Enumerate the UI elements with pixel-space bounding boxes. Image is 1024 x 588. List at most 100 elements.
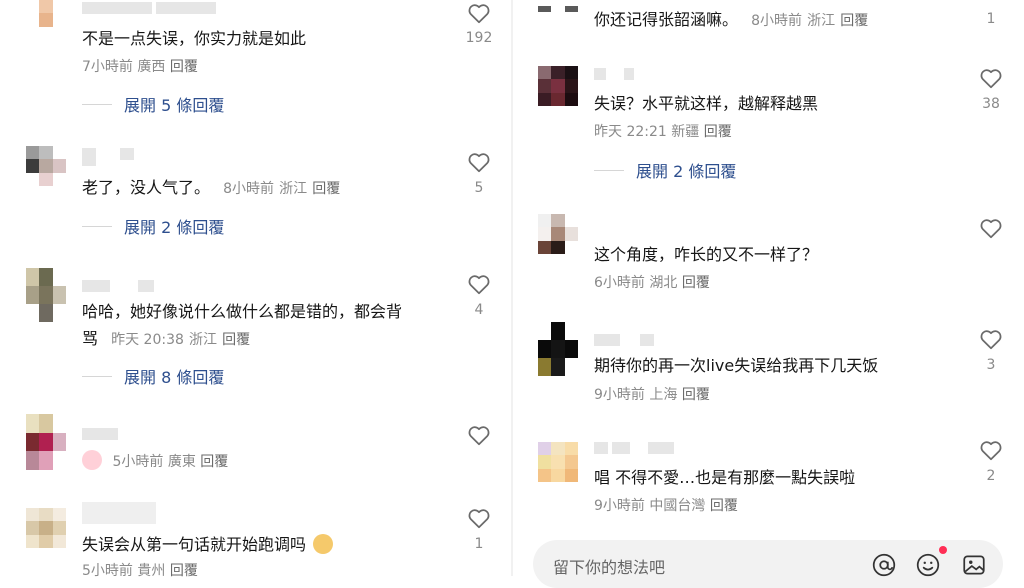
reply-link[interactable]: 回覆 [170,59,198,75]
username-blurred[interactable] [82,148,134,166]
reply-link[interactable]: 回覆 [840,13,868,29]
comment-region: 浙江 [807,13,836,29]
reply-link[interactable]: 回覆 [704,124,732,140]
crying-face-icon [82,450,102,470]
comment-time: 7小時前 [82,59,133,75]
heart-icon[interactable] [466,271,492,297]
comment-meta: 6小時前 湖北 回覆 [594,274,710,292]
avatar[interactable] [538,322,578,376]
like-count: 5 [474,180,484,196]
comment-text-content: 老了，没人气了。 [82,178,211,197]
heart-icon[interactable] [978,326,1004,352]
comment-text: 失误？水平就这样，越解释越黑 [594,94,819,113]
like-count: 38 [982,96,1000,112]
comment-input-bar[interactable]: 留下你的想法吧 [533,540,1003,588]
reply-link[interactable]: 回覆 [710,498,738,514]
expand-replies-label: 展開 2 條回覆 [124,218,225,237]
reply-link[interactable]: 回覆 [682,387,710,403]
comment-time: 5小時前 [82,563,133,579]
comment-text: 老了，没人气了。 8小時前 浙江 回覆 [82,174,340,203]
laughing-face-icon [313,534,334,554]
username-blurred[interactable] [82,280,154,292]
like-count: 192 [465,30,493,46]
comment-text-content: 你还记得张韶涵嘛。 [594,10,739,29]
comment-time: 6小時前 [594,275,645,291]
divider-line [82,103,112,105]
like-count: 2 [986,468,996,484]
expand-replies-link[interactable]: 展開 2 條回覆 [594,158,736,182]
heart-icon[interactable] [466,422,492,448]
comment-text-content: 骂 [82,329,99,348]
divider-line [82,375,112,377]
like-count: 3 [986,357,996,373]
avatar[interactable] [538,66,578,106]
avatar[interactable] [26,146,66,186]
comment-text: 你还记得张韶涵嘛。 8小時前 浙江 回覆 [594,6,868,35]
avatar[interactable] [538,442,578,482]
comment-time: 9小時前 [594,498,645,514]
username-blurred[interactable] [594,68,634,80]
heart-icon[interactable] [466,505,492,531]
expand-replies-link[interactable]: 展開 8 條回覆 [82,364,224,388]
reply-link[interactable]: 回覆 [200,454,228,470]
avatar[interactable] [26,268,66,322]
expand-replies-label: 展開 8 條回覆 [124,368,225,387]
comments-column-right: 你还记得张韶涵嘛。 8小時前 浙江 回覆 1 失误？水平就这样，越解释越黑 昨天… [512,0,1024,576]
comment-input-placeholder: 留下你的想法吧 [553,558,666,577]
comment-time: 5小時前 [112,454,164,470]
username-blurred[interactable] [594,334,654,346]
comment-meta: 7小時前 廣西 回覆 [82,58,198,76]
heart-icon[interactable] [978,215,1004,241]
comment-text: 这个角度，咋长的又不一样了？ [594,245,819,264]
notification-dot [939,546,947,554]
comment-meta: 9小時前 上海 回覆 [594,386,710,404]
heart-icon[interactable] [466,149,492,175]
username-blurred[interactable] [82,428,118,440]
comment-time: 昨天 20:38 [111,332,184,348]
comment-region: 浙江 [189,332,217,348]
comment-meta: 昨天 22:21 新疆 回覆 [594,123,732,141]
comment-time: 昨天 22:21 [594,124,667,140]
mention-icon[interactable] [871,552,897,578]
comments-column-left: 不是一点失误，你实力就是如此 7小時前 廣西 回覆 展開 5 條回覆 192 老… [0,0,512,579]
username-blurred[interactable] [82,2,216,14]
comment-text: 不是一点失误，你实力就是如此 [82,29,307,48]
comment-text: 失误会从第一句话就开始跑调吗 [82,531,339,558]
comment-region: 湖北 [649,275,678,291]
emoji-icon[interactable] [915,552,941,578]
avatar[interactable] [26,0,66,40]
comment-region: 上海 [649,387,678,403]
comment-region: 新疆 [671,124,700,140]
reply-link[interactable]: 回覆 [312,181,340,197]
like-count: 4 [474,302,484,318]
username-blurred[interactable] [82,502,156,524]
reply-link[interactable]: 回覆 [222,332,250,348]
expand-replies-link[interactable]: 展開 2 條回覆 [82,214,224,238]
avatar[interactable] [26,508,66,548]
comment-region: 貴州 [137,563,166,579]
comment-region: 中國台灣 [649,498,706,514]
like-count: 1 [986,11,996,27]
reply-link[interactable]: 回覆 [682,275,710,291]
heart-icon[interactable] [466,0,492,26]
avatar[interactable] [538,0,578,18]
avatar[interactable] [26,414,66,470]
expand-replies-link[interactable]: 展開 5 條回覆 [82,92,224,116]
divider-line [82,225,112,227]
avatar[interactable] [538,214,578,254]
comment-region: 浙江 [279,181,308,197]
comment-text-content: 失误会从第一句话就开始跑调吗 [82,535,307,554]
comment-meta: 5小時前 廣東 回覆 [82,450,228,471]
username-blurred[interactable] [594,442,674,454]
comment-time: 9小時前 [594,387,645,403]
divider-line [594,169,624,171]
heart-icon[interactable] [978,437,1004,463]
comment-region: 廣西 [137,59,166,75]
comment-text: 期待你的再一次live失误给我再下几天饭 [594,356,879,375]
image-icon[interactable] [961,552,987,578]
reply-link[interactable]: 回覆 [170,563,198,579]
heart-icon[interactable] [978,65,1004,91]
like-count: 1 [474,536,484,552]
comment-text-line2: 骂 昨天 20:38 浙江 回覆 [82,325,250,354]
comment-meta: 5小時前 貴州 回覆 [82,562,198,580]
